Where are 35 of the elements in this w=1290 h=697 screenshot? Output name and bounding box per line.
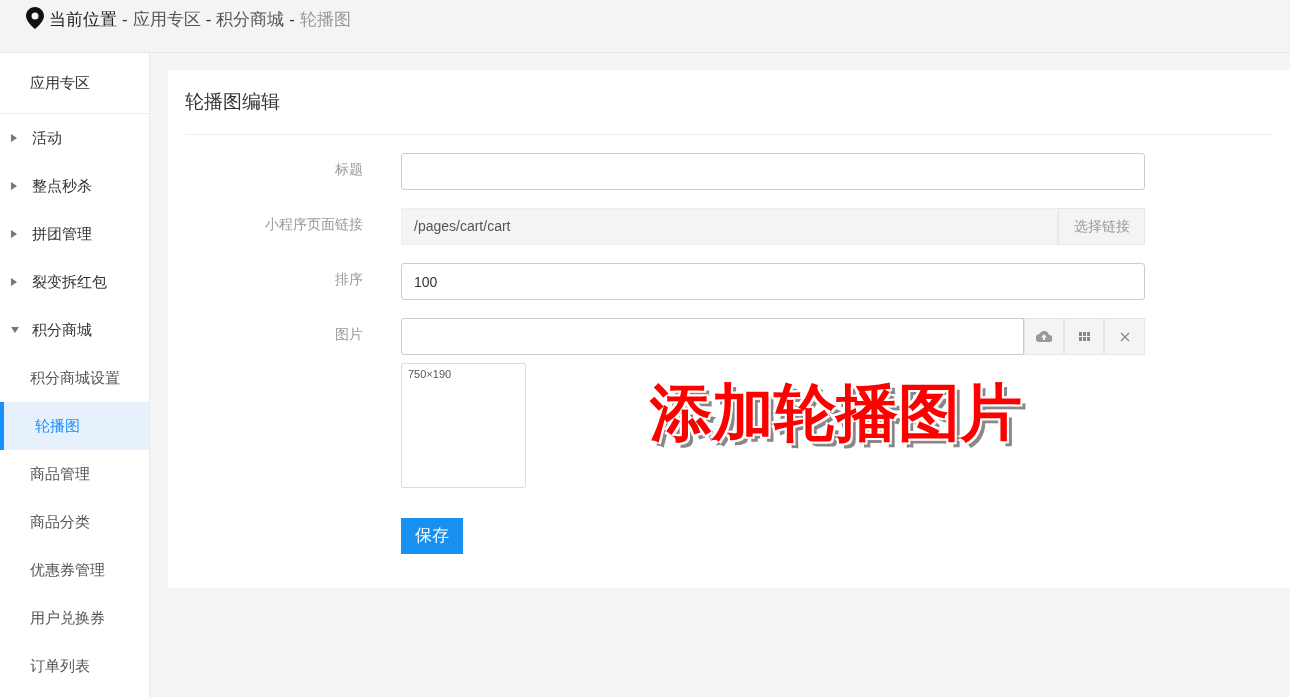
gallery-button[interactable]: [1064, 318, 1104, 355]
text-field[interactable]: 100: [401, 263, 1145, 300]
breadcrumb-link[interactable]: 应用专区: [132, 7, 201, 33]
sidebar-subitem[interactable]: 商品管理: [0, 450, 149, 498]
sidebar-item[interactable]: 积分商城: [32, 318, 92, 342]
annotation-text: 添加轮播图片: [650, 382, 1022, 444]
sidebar-item[interactable]: 拼团管理: [32, 222, 92, 246]
upload-button[interactable]: [1024, 318, 1064, 355]
image-thumbnail: 750×190: [401, 363, 526, 488]
grid-icon: [1078, 332, 1090, 341]
link-field[interactable]: /pages/cart/cart: [401, 208, 1058, 245]
sidebar-subitem[interactable]: 订单列表: [0, 642, 149, 690]
breadcrumb-link[interactable]: 积分商城: [216, 7, 285, 33]
field-label: 小程序页面链接: [264, 215, 363, 234]
field-label: 标题: [334, 160, 363, 179]
sidebar-item[interactable]: 活动: [32, 126, 62, 150]
card-title: 轮播图编辑: [185, 70, 1273, 135]
cloud-upload-icon: [1036, 331, 1052, 342]
close-icon: [1119, 331, 1130, 342]
sidebar-subitem[interactable]: 商品分类: [0, 498, 149, 546]
clear-button[interactable]: [1104, 318, 1145, 355]
sidebar-subitem[interactable]: 用户兑换券: [0, 594, 149, 642]
breadcrumb-separator: -: [289, 9, 295, 31]
field-label: 排序: [334, 270, 363, 289]
sidebar-item[interactable]: 整点秒杀: [32, 174, 92, 198]
location-pin-icon: [26, 7, 44, 29]
breadcrumb-current: 轮播图: [300, 9, 351, 31]
breadcrumb-separator: -: [122, 9, 128, 31]
sidebar-title: 应用专区: [0, 53, 149, 114]
sidebar-subitem[interactable]: 积分商城设置: [0, 354, 149, 402]
breadcrumb-label: 当前位置: [49, 9, 117, 31]
sidebar-subitem[interactable]: 优惠券管理: [0, 546, 149, 594]
breadcrumb-separator: -: [205, 9, 212, 31]
sidebar-item[interactable]: 裂变拆红包: [32, 270, 107, 294]
field-label: 图片: [334, 325, 363, 344]
